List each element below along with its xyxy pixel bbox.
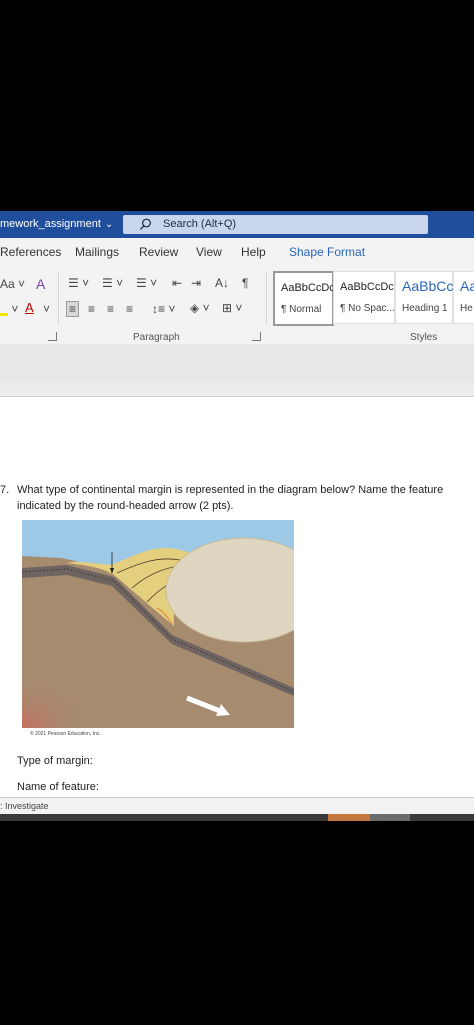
align-left-icon[interactable]: ≡	[66, 301, 80, 317]
paragraph-dialog-launcher[interactable]	[252, 332, 261, 341]
style-normal[interactable]: AaBbCcDc ¶ Normal	[273, 271, 335, 326]
figure-copyright: © 2021 Pearson Education, Inc.	[30, 731, 101, 737]
style-no-spacing[interactable]: AaBbCcDc ¶ No Spac...	[333, 271, 395, 324]
taskbar-app-icon[interactable]	[370, 814, 410, 821]
search-icon	[140, 218, 151, 230]
font-color-icon[interactable]: A	[25, 300, 34, 315]
tab-review[interactable]: Review	[139, 245, 178, 259]
style-heading-2[interactable]: Aa He	[453, 271, 474, 324]
justify-icon[interactable]: ≡	[126, 302, 133, 316]
search-box[interactable]: Search (Alt+Q)	[123, 215, 428, 234]
tab-shape-format[interactable]: Shape Format	[289, 245, 365, 259]
group-separator	[58, 272, 59, 324]
highlight-icon[interactable]: ˅	[0, 302, 18, 316]
multilevel-list-icon[interactable]: ☰ ˅	[136, 276, 157, 290]
style-heading-1[interactable]: AaBbCc Heading 1	[395, 271, 453, 324]
document-page[interactable]: 7. What type of continental margin is re…	[0, 396, 474, 797]
page-gap	[0, 382, 474, 396]
search-placeholder: Search (Alt+Q)	[163, 218, 237, 230]
font-dialog-launcher[interactable]	[48, 332, 57, 341]
tab-references[interactable]: References	[0, 245, 61, 259]
line-spacing-icon[interactable]: ↕≡ ˅	[152, 302, 175, 316]
group-separator	[266, 272, 267, 324]
numbering-icon[interactable]: ☰ ˅	[102, 276, 123, 290]
align-right-icon[interactable]: ≡	[107, 302, 114, 316]
question-text-line-2: indicated by the round-headed arrow (2 p…	[17, 500, 234, 512]
pilcrow-icon[interactable]: ¶	[242, 276, 248, 290]
tab-help[interactable]: Help	[241, 245, 266, 259]
name-of-feature-label[interactable]: Name of feature:	[17, 781, 99, 793]
type-of-margin-label[interactable]: Type of margin:	[17, 755, 93, 767]
question-text-line-1: What type of continental margin is repre…	[17, 484, 444, 496]
ribbon-tabs: References Mailings Review View Help Sha…	[0, 238, 474, 264]
taskbar-app-icon[interactable]	[328, 814, 370, 821]
continental-margin-diagram[interactable]	[22, 520, 294, 728]
tab-mailings[interactable]: Mailings	[75, 245, 119, 259]
decrease-indent-icon[interactable]: ⇤	[172, 276, 182, 290]
tab-view[interactable]: View	[196, 245, 222, 259]
status-bar: : Investigate	[0, 797, 474, 815]
chevron-down-icon[interactable]: ˅	[43, 302, 50, 316]
sort-icon[interactable]: A↓	[215, 276, 229, 290]
chevron-down-icon[interactable]: ⌄	[105, 219, 113, 230]
document-title[interactable]: mework_assignment ⌄	[0, 218, 113, 230]
document-area: 7. What type of continental margin is re…	[0, 344, 474, 814]
clear-formatting-icon[interactable]: A	[36, 276, 45, 292]
ribbon: Aa ˅ A ˅ A ˅ ☰ ˅ ☰ ˅ ☰ ˅ ⇤ ⇥ A↓ ¶ ≡ ≡ ≡ …	[0, 264, 474, 345]
paragraph-group-label: Paragraph	[133, 332, 180, 343]
borders-icon[interactable]: ⊞ ˅	[222, 301, 242, 315]
investigate-status[interactable]: : Investigate	[0, 801, 49, 811]
styles-group-label: Styles	[410, 332, 438, 343]
bullets-icon[interactable]: ☰ ˅	[68, 276, 89, 290]
shading-icon[interactable]: ◈ ˅	[190, 301, 210, 315]
grow-font-button[interactable]: Aa ˅	[0, 277, 25, 291]
align-center-icon[interactable]: ≡	[88, 302, 95, 316]
title-bar: mework_assignment ⌄ Search (Alt+Q)	[0, 211, 474, 238]
increase-indent-icon[interactable]: ⇥	[191, 276, 201, 290]
question-number: 7.	[0, 484, 10, 496]
taskbar	[0, 814, 474, 821]
